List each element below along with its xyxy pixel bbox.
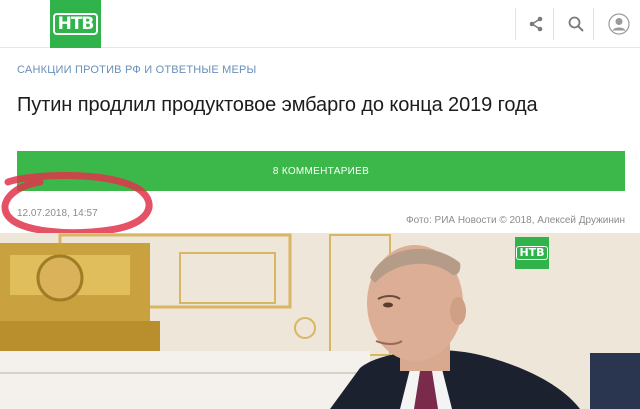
- logo-text: НТВ: [52, 13, 99, 35]
- photo-credit: Фото: РИА Новости © 2018, Алексей Дружин…: [406, 215, 625, 226]
- comments-button[interactable]: 8 КОММЕНТАРИЕВ: [17, 151, 625, 191]
- header-divider: [515, 8, 516, 40]
- header-divider: [593, 8, 594, 40]
- user-icon[interactable]: [607, 12, 631, 36]
- search-icon[interactable]: [564, 12, 588, 36]
- category-link[interactable]: САНКЦИИ ПРОТИВ РФ И ОТВЕТНЫЕ МЕРЫ: [17, 64, 257, 76]
- site-header: НТВ: [0, 0, 640, 48]
- article-photo: НТВ: [0, 233, 640, 409]
- ntv-logo[interactable]: НТВ: [50, 0, 101, 48]
- publish-datetime: 12.07.2018, 14:57: [17, 208, 98, 219]
- article-title: Путин продлил продуктовое эмбарго до кон…: [17, 94, 538, 116]
- header-divider: [553, 8, 554, 40]
- watermark-text: НТВ: [516, 246, 548, 260]
- share-icon[interactable]: [524, 12, 548, 36]
- ntv-watermark: НТВ: [515, 237, 549, 269]
